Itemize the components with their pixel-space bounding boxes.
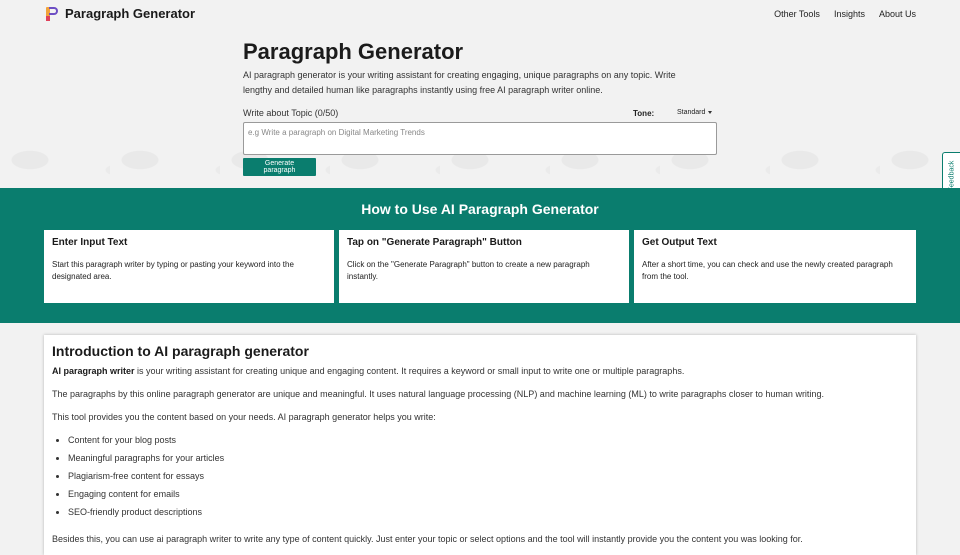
topic-input-placeholder: e.g Write a paragraph on Digital Marketi… [248,128,425,137]
topic-input[interactable]: e.g Write a paragraph on Digital Marketi… [243,122,717,155]
list-item: Engaging content for emails [68,488,908,501]
tone-label: Tone: [633,109,655,118]
how-to-section: How to Use AI Paragraph Generator Enter … [0,188,960,323]
logo-text: Paragraph Generator [65,6,196,21]
list-item: SEO-friendly product descriptions [68,506,908,519]
feedback-label: Feedback [948,160,955,192]
list-item: Plagiarism-free content for essays [68,470,908,483]
logo-icon [46,6,59,21]
chevron-down-icon [708,110,713,114]
how-to-title: How to Use AI Paragraph Generator [361,201,599,217]
topic-label: Write about Topic (0/50) [243,108,339,118]
page-title: Paragraph Generator [243,39,464,64]
main-nav: Other Tools Insights About Us [774,9,916,19]
step-description: Start this paragraph writer by typing or… [52,260,294,281]
nav-other-tools[interactable]: Other Tools [774,9,820,19]
page-description: AI paragraph generator is your writing a… [243,70,676,95]
intro-bold-term: AI paragraph writer [52,366,135,376]
step-title: Tap on "Generate Paragraph" Button [347,237,522,248]
intro-section: Introduction to AI paragraph generator A… [44,335,916,555]
intro-paragraph-2: The paragraphs by this online paragraph … [52,389,824,399]
step-card-tap-generate: Tap on "Generate Paragraph" Button Click… [339,230,629,303]
intro-paragraph-1: AI paragraph writer is your writing assi… [52,365,908,378]
site-header: Paragraph Generator Other Tools Insights… [0,0,960,28]
nav-about-us[interactable]: About Us [879,9,916,19]
intro-paragraph-1-text: is your writing assistant for creating u… [134,366,685,376]
step-description: Click on the "Generate Paragraph" button… [347,260,590,281]
intro-title: Introduction to AI paragraph generator [52,343,309,359]
step-card-get-output: Get Output Text After a short time, you … [634,230,916,303]
step-title: Enter Input Text [52,237,128,248]
tone-value: Standard [677,109,706,116]
step-card-enter-input: Enter Input Text Start this paragraph wr… [44,230,334,303]
intro-paragraph-3: This tool provides you the content based… [52,412,436,422]
generate-paragraph-button[interactable]: Generate paragraph [243,158,316,176]
site-logo[interactable]: Paragraph Generator [46,6,195,21]
step-title: Get Output Text [642,237,717,248]
intro-bullet-list: Content for your blog posts Meaningful p… [52,434,908,519]
tone-dropdown[interactable]: Standard [677,109,713,116]
nav-insights[interactable]: Insights [834,9,865,19]
step-description: After a short time, you can check and us… [642,260,893,281]
list-item: Content for your blog posts [68,434,908,447]
list-item: Meaningful paragraphs for your articles [68,452,908,465]
